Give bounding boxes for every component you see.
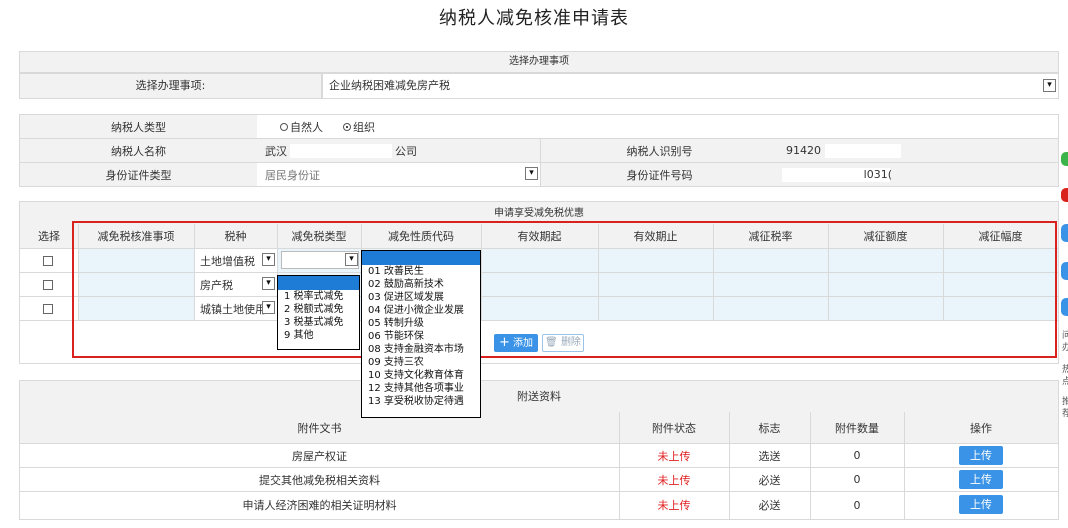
side-hint-char: 点 (1062, 377, 1068, 387)
dropdown-option[interactable]: 12 支持其他各项事业 (362, 382, 480, 395)
dropdown-option[interactable]: 2 税额式减免 (278, 303, 359, 316)
page-title: 纳税人减免核准申请表 (439, 8, 629, 29)
upload-button[interactable]: 上传 (959, 446, 1003, 465)
row-checkbox[interactable] (43, 280, 53, 290)
redaction-block (290, 143, 392, 158)
dropdown-selected-blank[interactable] (278, 276, 359, 290)
attachment-status: 未上传 (657, 499, 691, 512)
select-matter-dropdown[interactable]: 企业纳税困难减免房产税 ▾ (322, 73, 1059, 99)
cert-type-label: 身份证件类型 (20, 163, 257, 186)
dropdown-selected-blank[interactable] (362, 251, 480, 265)
taxpayer-type-label: 纳税人类型 (20, 115, 257, 138)
row-checkbox[interactable] (43, 256, 53, 266)
upload-button[interactable]: 上传 (959, 495, 1003, 514)
attachment-status: 未上传 (657, 449, 691, 463)
chevron-down-icon[interactable]: ▾ (525, 167, 538, 180)
taxpayer-id-field: 91420 (778, 139, 1058, 162)
side-hint-char: 热 (1062, 365, 1068, 375)
taxpayer-name-prefix: 武汉 (265, 144, 287, 158)
redaction-block: l031( (782, 167, 892, 182)
side-hint-char: 办 (1062, 343, 1068, 353)
redaction-block (825, 143, 901, 158)
taxpayer-name-label: 纳税人名称 (20, 139, 257, 162)
col-attachment-doc: 附件文书 (297, 421, 342, 435)
select-matter-header-label: 选择办理事项 (509, 56, 569, 67)
nature-code-dropdown[interactable]: 01 改善民生 02 鼓励高新技术 03 促进区域发展 04 促进小微企业发展 … (361, 250, 481, 418)
attachment-name: 提交其他减免税相关资料 (259, 473, 380, 487)
taxpayer-name-suffix: 公司 (395, 144, 417, 158)
dropdown-option[interactable]: 10 支持文化教育体育 (362, 369, 480, 382)
col-attachment-count: 附件数量 (835, 421, 879, 435)
taxpayer-id-label: 纳税人识别号 (541, 139, 778, 162)
select-matter-header: 选择办理事项 (19, 51, 1059, 73)
highlight-frame (72, 221, 1057, 358)
col-attachment-status: 附件状态 (652, 421, 696, 435)
dropdown-option[interactable]: 3 税基式减免 (278, 316, 359, 329)
attachment-count: 0 (853, 449, 861, 462)
upload-button[interactable]: 上传 (959, 470, 1003, 489)
side-hint-char: 问 (1062, 331, 1068, 341)
attachment-flag: 必送 (758, 473, 781, 487)
attachment-name: 房屋产权证 (292, 449, 347, 463)
taxpayer-name-field: 武汉 公司 (257, 139, 540, 162)
dropdown-option[interactable]: 03 促进区域发展 (362, 291, 480, 304)
chevron-down-icon[interactable]: ▾ (1043, 79, 1056, 92)
taxpayer-id-value: 91420 (786, 144, 821, 157)
side-hint-char: 推 (1062, 397, 1068, 407)
taxpayer-type-radio-natural[interactable]: 自然人 (280, 115, 323, 138)
side-blue-icon[interactable] (1061, 298, 1068, 316)
dropdown-option[interactable]: 08 支持金融资本市场 (362, 343, 480, 356)
dropdown-option[interactable]: 02 鼓励高新技术 (362, 278, 480, 291)
taxpayer-type-radio-org[interactable]: 组织 (343, 115, 375, 138)
dropdown-option[interactable]: 04 促进小微企业发展 (362, 304, 480, 317)
cert-no-field: l031( (778, 163, 1058, 186)
dropdown-option[interactable]: 06 节能环保 (362, 330, 480, 343)
cert-no-value: l031( (863, 167, 892, 181)
col-select: 选择 (38, 230, 60, 243)
col-attachment-action: 操作 (970, 421, 992, 435)
cert-type-select[interactable]: 居民身份证 ▾ (257, 163, 540, 186)
attachment-count: 0 (853, 498, 861, 512)
side-green-icon[interactable] (1061, 152, 1068, 166)
dropdown-option[interactable]: 01 改善民生 (362, 265, 480, 278)
side-hint-text: 问 办 热 点 推 荐 (1062, 330, 1068, 420)
attachment-flag: 必送 (758, 499, 781, 512)
radio-empty-icon[interactable] (280, 122, 288, 131)
dropdown-option[interactable]: 9 其他 (278, 329, 359, 342)
dropdown-option[interactable]: 1 税率式减免 (278, 290, 359, 303)
attachment-flag: 选送 (758, 449, 781, 463)
side-blue-icon[interactable] (1061, 224, 1068, 242)
radio-label-org: 组织 (353, 120, 375, 134)
dropdown-option[interactable]: 13 享受税收协定待遇 (362, 395, 480, 408)
dropdown-option[interactable]: 05 转制升级 (362, 317, 480, 330)
row-checkbox[interactable] (43, 304, 53, 314)
side-blue-icon[interactable] (1061, 262, 1068, 280)
relief-type-dropdown[interactable]: 1 税率式减免 2 税额式减免 3 税基式减免 9 其他 (277, 275, 360, 350)
cert-no-label: 身份证件号码 (541, 163, 778, 186)
col-attachment-flag: 标志 (758, 421, 781, 435)
attachment-status: 未上传 (657, 473, 691, 487)
dropdown-option[interactable]: 09 支持三农 (362, 356, 480, 369)
radio-checked-icon[interactable] (343, 122, 351, 131)
radio-label-natural: 自然人 (290, 120, 323, 134)
attachment-name: 申请人经济困难的相关证明材料 (242, 499, 397, 512)
side-hint-char: 荐 (1062, 409, 1068, 419)
select-matter-value: 企业纳税困难减免房产税 (329, 79, 450, 92)
attachment-count: 0 (853, 473, 861, 486)
side-red-icon[interactable] (1061, 188, 1068, 202)
cert-type-value: 居民身份证 (265, 168, 320, 182)
select-matter-label: 选择办理事项: (135, 79, 206, 92)
attachments-header: 附送资料 (517, 390, 561, 403)
